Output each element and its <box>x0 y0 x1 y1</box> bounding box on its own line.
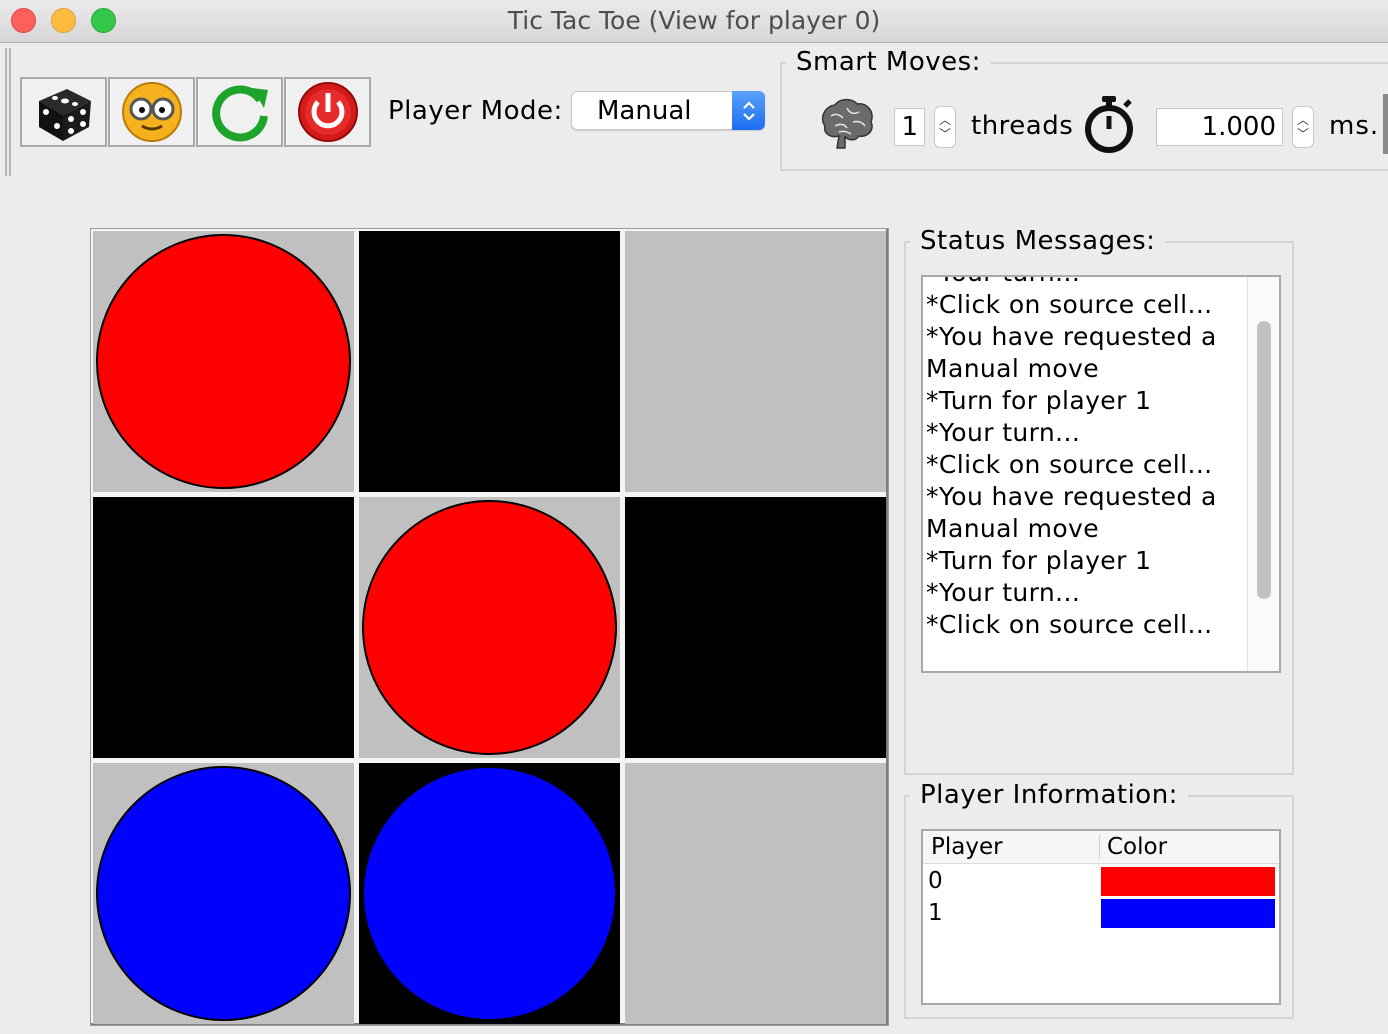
player-table-header: Player Color <box>923 831 1279 864</box>
smiley-glasses-icon <box>121 82 182 142</box>
window-title: Tic Tac Toe (View for player 0) <box>507 6 881 35</box>
threads-field[interactable]: 1 <box>894 108 925 146</box>
status-messages-list[interactable]: *Your turn...*Click on source cell...*Yo… <box>921 275 1281 673</box>
threads-label: threads <box>971 111 1074 141</box>
player-color-swatch <box>1101 899 1275 928</box>
status-message: Manual move <box>926 354 1100 383</box>
stopwatch-icon <box>1085 96 1133 153</box>
game-board <box>90 228 889 1026</box>
player-color-swatch <box>1101 867 1275 896</box>
board-cell-1-1[interactable] <box>359 497 620 758</box>
board-cell-0-1[interactable] <box>359 231 620 492</box>
status-lines: *Your turn...*Click on source cell...*Yo… <box>926 277 1246 641</box>
stepper-up-icon[interactable]: ︿ <box>939 113 951 127</box>
title-bar: Tic Tac Toe (View for player 0) <box>0 0 1388 43</box>
refresh-icon <box>211 85 268 142</box>
board-cell-0-0[interactable] <box>93 231 354 492</box>
status-message: Manual move <box>926 514 1100 543</box>
player-id: 0 <box>928 868 943 894</box>
quit-button[interactable] <box>284 77 371 147</box>
player-table: Player Color 0 1 <box>921 829 1281 1005</box>
smart-moves-panel: Smart Moves: 1 ︿ ﹀ threads 1.000 ︿ ﹀ ms. <box>780 47 1388 171</box>
power-icon <box>297 82 358 142</box>
status-scrollbar-thumb[interactable] <box>1257 321 1271 599</box>
board-cell-2-1[interactable] <box>359 763 620 1024</box>
blue-piece[interactable] <box>362 766 617 1021</box>
player-information-panel: Player Information: Player Color 0 1 <box>904 780 1294 1019</box>
player-mode-select[interactable]: Manual <box>571 91 765 130</box>
stepper-down-icon[interactable]: ﹀ <box>1297 127 1309 141</box>
status-message: *Your turn... <box>926 578 1081 607</box>
board-cell-1-2[interactable] <box>625 497 886 758</box>
red-piece[interactable] <box>96 234 351 489</box>
time-limit-field[interactable]: 1.000 <box>1156 108 1283 146</box>
table-row[interactable]: 0 <box>923 865 1279 897</box>
blue-piece[interactable] <box>96 766 351 1021</box>
status-message: *You have requested a <box>926 482 1217 511</box>
player-id: 1 <box>928 900 943 926</box>
status-scrollbar[interactable] <box>1247 277 1279 671</box>
player-information-title: Player Information: <box>910 780 1188 810</box>
player-mode-label: Player Mode: <box>388 96 563 126</box>
random-move-button[interactable] <box>20 77 107 147</box>
header-player[interactable]: Player <box>931 834 1003 860</box>
time-unit-label: ms. <box>1329 111 1380 141</box>
smart-move-button[interactable] <box>108 77 195 147</box>
smart-moves-title: Smart Moves: <box>786 47 991 77</box>
red-piece[interactable] <box>362 500 617 755</box>
stepper-up-icon[interactable]: ︿ <box>1297 113 1309 127</box>
board-cell-2-2[interactable] <box>625 763 886 1024</box>
stepper-down-icon[interactable]: ﹀ <box>939 127 951 141</box>
threads-stepper[interactable]: ︿ ﹀ <box>934 106 956 148</box>
select-arrows-icon[interactable] <box>732 91 765 130</box>
board-cell-2-0[interactable] <box>93 763 354 1024</box>
status-messages-title: Status Messages: <box>910 226 1166 256</box>
dice-icon <box>38 89 91 141</box>
window-edge <box>1383 94 1388 154</box>
status-message: *Your turn... <box>926 418 1081 447</box>
status-message: *Click on source cell... <box>926 290 1213 319</box>
board-cell-1-0[interactable] <box>93 497 354 758</box>
header-color[interactable]: Color <box>1107 834 1167 860</box>
table-row[interactable]: 1 <box>923 897 1279 929</box>
status-message: *You have requested a <box>926 322 1217 351</box>
status-message: *Turn for player 1 <box>926 386 1152 415</box>
board-cell-0-2[interactable] <box>625 231 886 492</box>
brain-icon <box>821 98 873 149</box>
player-mode-value: Manual <box>597 96 692 126</box>
time-limit-stepper[interactable]: ︿ ﹀ <box>1292 106 1314 148</box>
toolbar-grip[interactable] <box>5 48 11 176</box>
status-message: *Click on source cell... <box>926 450 1213 479</box>
restart-button[interactable] <box>196 77 283 147</box>
status-message: *Your turn... <box>926 277 1246 289</box>
status-messages-panel: Status Messages: *Your turn...*Click on … <box>904 226 1294 775</box>
status-message: *Turn for player 1 <box>926 546 1152 575</box>
status-message: *Click on source cell... <box>926 610 1213 639</box>
